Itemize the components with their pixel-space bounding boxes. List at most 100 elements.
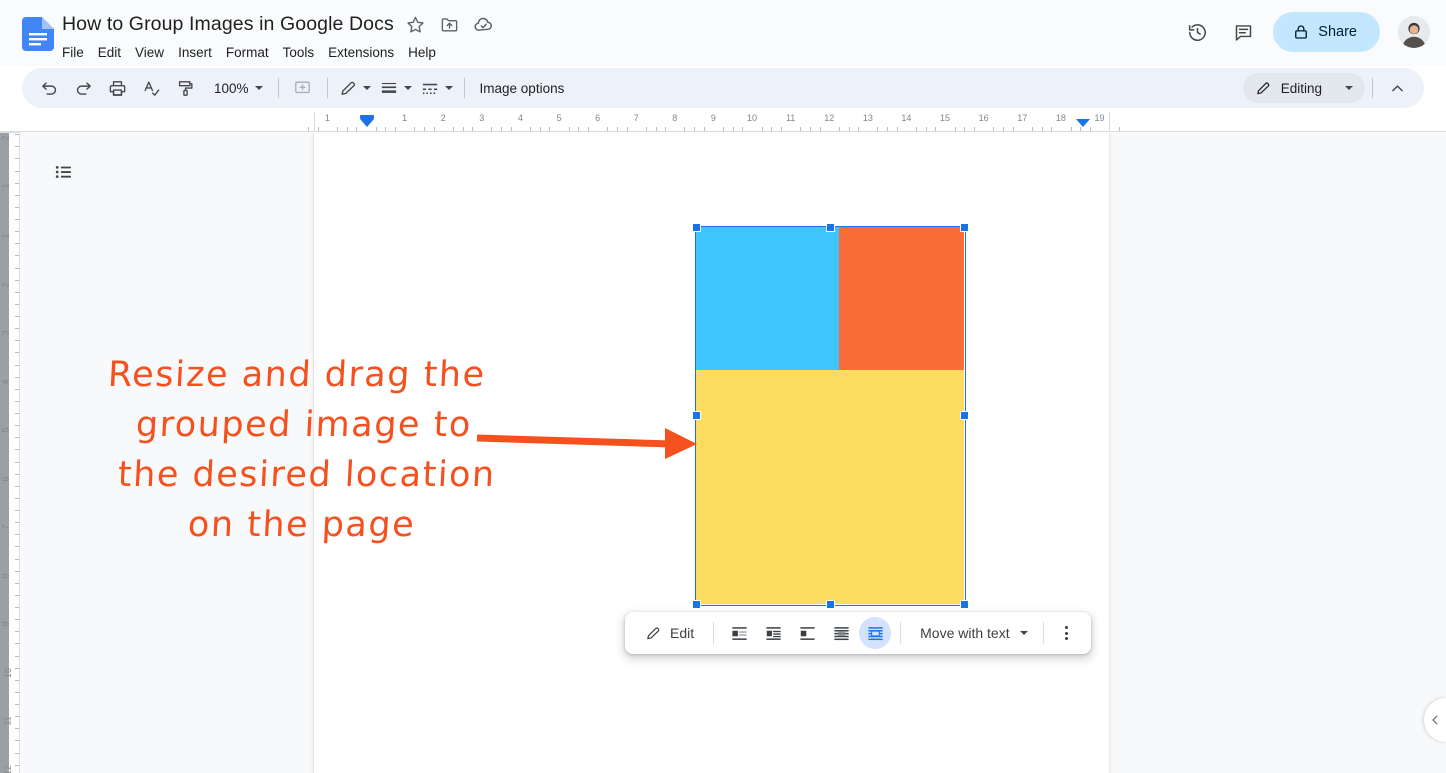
redo-icon[interactable] [69, 74, 97, 102]
menu-item-format[interactable]: Format [219, 43, 276, 62]
wrap-break-text[interactable] [791, 617, 823, 649]
kebab-menu-icon[interactable] [1053, 619, 1081, 647]
menu-item-insert[interactable]: Insert [171, 43, 219, 62]
vertical-ruler-number: 7 [0, 524, 11, 530]
ruler-number: 10 [747, 113, 758, 123]
chevron-down-icon [362, 86, 371, 90]
vertical-ruler-number: 12 [3, 764, 14, 773]
toolbar-divider [1042, 622, 1044, 644]
outline-list-icon [55, 166, 71, 178]
resize-handle-sw[interactable] [691, 599, 701, 609]
orange-rectangle[interactable] [839, 227, 964, 370]
vertical-ruler-number: 3 [0, 330, 11, 336]
google-docs-window: How to Group Images in Google Docs File … [0, 0, 1446, 773]
print-icon[interactable] [103, 74, 131, 102]
vertical-ruler-number: 6 [0, 475, 11, 482]
ruler-number: 2 [440, 113, 446, 123]
lock-icon [1295, 25, 1308, 39]
vertical-ruler-number: 10 [3, 667, 14, 678]
spellcheck-icon[interactable] [137, 74, 165, 102]
resize-handle-n[interactable] [825, 222, 835, 232]
blue-rectangle[interactable] [696, 227, 839, 370]
share-button-label: Share [1318, 24, 1357, 40]
grouped-image[interactable] [691, 222, 969, 609]
chevron-up-icon[interactable] [1383, 74, 1411, 102]
resize-handle-se[interactable] [959, 599, 969, 609]
line-weight-icon [381, 82, 396, 93]
horizontal-ruler[interactable]: 1 1 2 3 4 5 6 7 8 9 10 11 12 13 14 15 16 17 18 19 [0, 112, 1446, 132]
document-outline-icon[interactable] [44, 152, 84, 192]
ruler-number: 11 [785, 113, 796, 123]
version-history-icon[interactable] [1177, 12, 1217, 52]
toolbar-divider [900, 622, 902, 644]
edit-image-button[interactable]: Edit [635, 618, 704, 648]
vertical-ruler[interactable]: 2 1 1 2 3 4 5 6 7 8 9 10 11 12 [0, 132, 20, 773]
menu-item-help[interactable]: Help [401, 43, 443, 62]
ruler-number: 7 [633, 113, 639, 123]
title-block: How to Group Images in Google Docs File … [62, 10, 496, 63]
resize-handle-w[interactable] [691, 411, 701, 420]
zoom-selector[interactable]: 100% [204, 74, 269, 102]
toolbar-right-group: Editing [1242, 73, 1414, 103]
image-options-toolbar: Edit Move with text [625, 612, 1091, 654]
add-comment-icon[interactable] [289, 74, 317, 102]
yellow-rectangle[interactable] [696, 370, 964, 604]
cloud-saved-icon[interactable] [472, 12, 496, 36]
menu-item-extensions[interactable]: Extensions [321, 43, 401, 62]
comment-history-icon[interactable] [1223, 12, 1263, 52]
ruler-number: 17 [1017, 113, 1028, 123]
border-dash-selector[interactable] [416, 74, 457, 102]
ruler-number: 6 [595, 113, 601, 123]
image-options-button[interactable]: Image options [472, 81, 573, 96]
ruler-number: 1 [324, 113, 330, 123]
resize-handle-nw[interactable] [691, 222, 701, 232]
wrap-text[interactable] [757, 617, 789, 649]
first-line-indent-marker[interactable] [360, 115, 374, 119]
editing-mode-label: Editing [1280, 80, 1322, 96]
resize-handle-e[interactable] [959, 411, 969, 420]
avatar[interactable] [1398, 16, 1430, 48]
menu-item-edit[interactable]: Edit [91, 43, 128, 62]
wrap-behind-text[interactable] [825, 617, 857, 649]
border-weight-selector[interactable] [375, 74, 416, 102]
paint-format-icon[interactable] [171, 74, 199, 102]
toolbar-divider [1372, 78, 1373, 98]
google-docs-icon[interactable] [22, 17, 54, 51]
editing-mode-button[interactable]: Editing [1242, 73, 1365, 103]
undo-icon[interactable] [35, 74, 63, 102]
share-button[interactable]: Share [1273, 12, 1380, 52]
left-indent-marker[interactable] [360, 119, 374, 127]
page-title[interactable]: How to Group Images in Google Docs [62, 10, 394, 38]
star-icon[interactable] [404, 12, 428, 36]
ruler-number: 14 [901, 113, 912, 123]
menu-item-view[interactable]: View [128, 43, 171, 62]
vertical-ruler-margin-line [0, 132, 20, 133]
line-dash-icon [422, 83, 437, 94]
menu-item-file[interactable]: File [62, 43, 91, 62]
wrap-inline-with-text[interactable] [723, 617, 755, 649]
border-color-selector[interactable] [335, 74, 375, 102]
move-with-text-selector[interactable]: Move with text [910, 618, 1033, 648]
vertical-ruler-number: 1 [0, 233, 11, 239]
resize-handle-s[interactable] [825, 599, 835, 609]
resize-handle-ne[interactable] [959, 222, 969, 232]
ruler-number: 15 [940, 113, 951, 123]
ruler-number: 9 [710, 113, 716, 123]
pencil-icon [1256, 81, 1270, 94]
wrap-in-front-of-text[interactable] [859, 617, 892, 649]
ruler-number: 3 [479, 113, 485, 123]
menu-item-tools[interactable]: Tools [276, 43, 322, 62]
move-to-folder-icon[interactable] [438, 12, 462, 36]
chevron-down-icon [1345, 86, 1353, 90]
vertical-ruler-number: 4 [0, 378, 11, 385]
vertical-ruler-number: 1 [0, 183, 11, 189]
toolbar-divider [326, 78, 328, 98]
ruler-number: 5 [556, 113, 562, 123]
document-canvas[interactable]: Resize and drag the grouped image to the d… [20, 132, 1446, 773]
right-indent-marker[interactable] [1076, 119, 1090, 127]
ruler-number: 13 [862, 113, 873, 123]
toolbar-divider [277, 78, 279, 98]
vertical-ruler-number: 5 [0, 427, 11, 433]
app-header: How to Group Images in Google Docs File … [0, 0, 1446, 66]
edit-image-label: Edit [670, 625, 695, 641]
